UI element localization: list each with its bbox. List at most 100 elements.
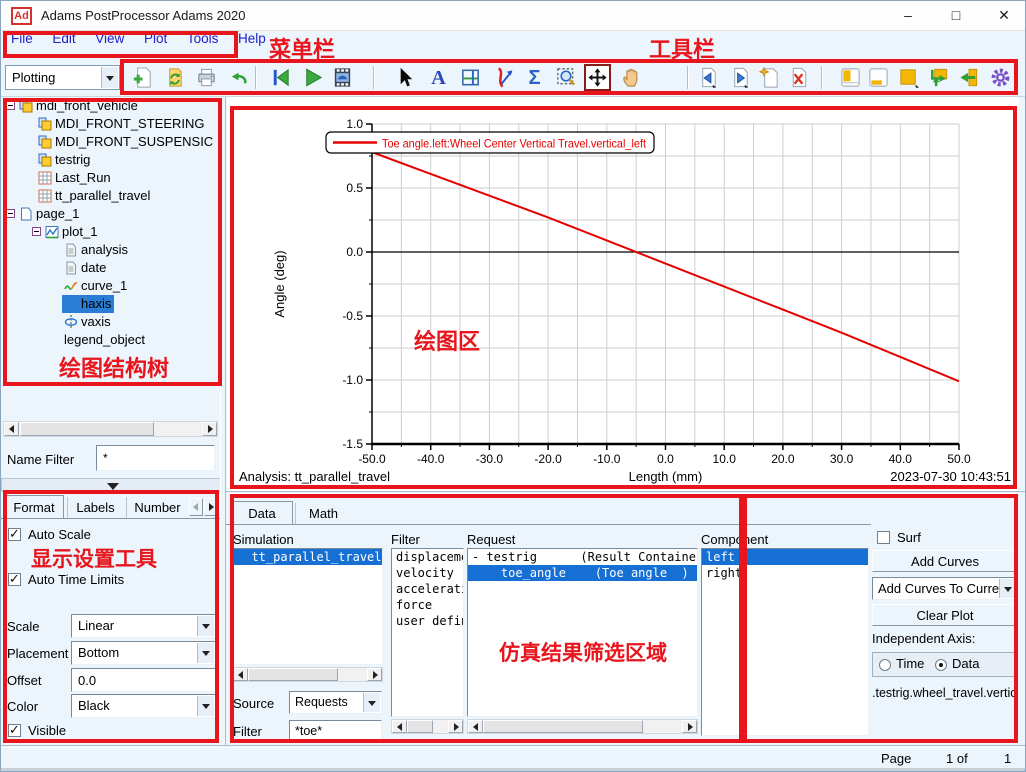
name-filter-input[interactable] — [96, 445, 215, 471]
tree-item-label[interactable]: legend_object — [62, 331, 148, 349]
tree-item[interactable]: MDI_FRONT_SUSPENSIC — [2, 133, 221, 151]
list-item[interactable]: displacement — [392, 549, 463, 565]
list-item[interactable]: acceleration — [392, 581, 463, 597]
select-cursor-icon[interactable] — [391, 64, 418, 91]
animation-icon[interactable] — [329, 64, 356, 91]
tree-item[interactable]: mdi_front_vehicle — [2, 97, 221, 115]
tree-item-label[interactable]: plot_1 — [43, 223, 100, 241]
tree-item[interactable]: legend_object — [2, 331, 221, 349]
zoom-area-icon[interactable] — [553, 64, 580, 91]
tree-item[interactable]: date — [2, 259, 221, 277]
list-item[interactable]: user defined — [392, 613, 463, 629]
chevron-down-icon[interactable] — [197, 616, 214, 636]
print-icon[interactable] — [193, 64, 220, 91]
tree-item-label[interactable]: testrig — [36, 151, 93, 169]
scroll-left-icon[interactable] — [4, 422, 19, 436]
tab-number[interactable]: Number — [126, 497, 188, 519]
scroll-left-icon[interactable] — [233, 668, 248, 681]
curve-edit-icon[interactable] — [491, 64, 518, 91]
color-combobox[interactable]: Black — [71, 694, 216, 718]
scrollbar-thumb[interactable] — [20, 422, 154, 436]
mode-selector[interactable]: Plotting — [5, 65, 120, 90]
auto-time-limits-checkbox[interactable] — [8, 573, 21, 586]
tree-item-label[interactable]: page_1 — [17, 205, 82, 223]
data-radio[interactable] — [935, 659, 947, 671]
chevron-down-icon[interactable] — [101, 67, 118, 88]
tree-item[interactable]: analysis — [2, 241, 221, 259]
tab-math[interactable]: Math — [295, 503, 351, 525]
scroll-right-icon[interactable] — [202, 422, 217, 436]
reload-icon[interactable] — [161, 64, 188, 91]
expander-minus-icon[interactable] — [6, 209, 15, 218]
menu-plot[interactable]: Plot — [144, 31, 167, 46]
data-radio-label[interactable]: Data — [952, 656, 979, 671]
scroll-left-icon[interactable] — [468, 720, 483, 733]
delete-page-icon[interactable] — [785, 64, 812, 91]
plot-tool-icon[interactable] — [457, 64, 484, 91]
collapse-bar[interactable] — [1, 478, 221, 492]
tree-item-label[interactable]: haxis — [62, 295, 114, 313]
tree-horizontal-scrollbar[interactable] — [3, 421, 218, 437]
request-list[interactable]: - testrig (Result Container toe_angle (T… — [467, 548, 698, 717]
visible-checkbox[interactable] — [8, 724, 21, 737]
create-page-icon[interactable] — [756, 64, 783, 91]
maximize-button[interactable]: □ — [934, 1, 978, 30]
simulation-list[interactable]: tt_parallel_travel — [232, 548, 383, 665]
time-radio[interactable] — [879, 659, 891, 671]
list-item[interactable]: - testrig (Result Container — [468, 549, 697, 565]
tree-item-label[interactable]: date — [62, 259, 109, 277]
tree-item[interactable]: testrig — [2, 151, 221, 169]
expander-minus-icon[interactable] — [6, 101, 15, 110]
component-list[interactable]: leftright — [701, 548, 869, 736]
tree-item-label[interactable]: curve_1 — [62, 277, 130, 295]
new-page-icon[interactable] — [129, 64, 156, 91]
undo-icon[interactable] — [225, 64, 252, 91]
close-button[interactable]: ✕ — [982, 1, 1026, 30]
tree-item[interactable]: vaxis — [2, 313, 221, 331]
scroll-right-icon[interactable] — [448, 720, 463, 733]
tree-item[interactable]: haxis — [2, 295, 221, 313]
scale-combobox[interactable]: Linear — [71, 614, 216, 638]
next-page-icon[interactable] — [727, 64, 754, 91]
tree-item-label[interactable]: MDI_FRONT_STEERING — [36, 115, 208, 133]
source-combobox[interactable]: Requests — [289, 691, 382, 714]
tree-item[interactable]: Last_Run — [2, 169, 221, 187]
filter-scrollbar[interactable] — [391, 719, 464, 734]
clear-plot-button[interactable]: Clear Plot — [872, 604, 1018, 626]
text-tool-icon[interactable]: A — [425, 64, 452, 91]
list-item[interactable]: left — [702, 549, 868, 565]
menu-edit[interactable]: Edit — [52, 31, 75, 46]
list-item[interactable]: right — [702, 565, 868, 581]
list-item[interactable]: velocity — [392, 565, 463, 581]
tree-item-label[interactable]: Last_Run — [36, 169, 114, 187]
chevron-down-icon[interactable] — [999, 579, 1016, 598]
tree-item[interactable]: MDI_FRONT_STEERING — [2, 115, 221, 133]
filter-type-list[interactable]: displacementvelocityaccelerationforceuse… — [391, 548, 464, 717]
sum-sigma-icon[interactable]: Σ — [521, 64, 548, 91]
skip-to-start-icon[interactable] — [267, 64, 294, 91]
tree-item[interactable]: page_1 — [2, 205, 221, 223]
play-icon[interactable] — [299, 64, 326, 91]
expander-minus-icon[interactable] — [32, 227, 41, 236]
previous-page-icon[interactable] — [695, 64, 722, 91]
return-view-icon[interactable] — [955, 64, 982, 91]
plot-canvas[interactable]: -50.0-40.0-30.0-20.0-10.00.010.020.030.0… — [227, 97, 1019, 491]
tab-data[interactable]: Data — [231, 501, 293, 525]
pan-hand-icon[interactable] — [618, 64, 645, 91]
tab-format[interactable]: Format — [4, 495, 64, 519]
move-view-icon[interactable] — [584, 64, 611, 91]
surf-checkbox[interactable] — [877, 531, 890, 544]
time-radio-label[interactable]: Time — [896, 656, 924, 671]
chevron-down-icon[interactable] — [363, 693, 380, 712]
settings-gear-icon[interactable] — [987, 64, 1014, 91]
tab-scroll-right-icon[interactable] — [204, 498, 218, 516]
tree-item-label[interactable]: vaxis — [62, 313, 114, 331]
menu-help[interactable]: Help — [238, 31, 266, 46]
layout-left-icon[interactable] — [837, 64, 864, 91]
panel-divider[interactable] — [220, 97, 226, 746]
list-item[interactable]: tt_parallel_travel — [233, 549, 382, 565]
list-item[interactable]: force — [392, 597, 463, 613]
minimize-button[interactable]: – — [886, 1, 930, 30]
scroll-right-icon[interactable] — [682, 720, 697, 733]
tree-item[interactable]: plot_1 — [2, 223, 221, 241]
